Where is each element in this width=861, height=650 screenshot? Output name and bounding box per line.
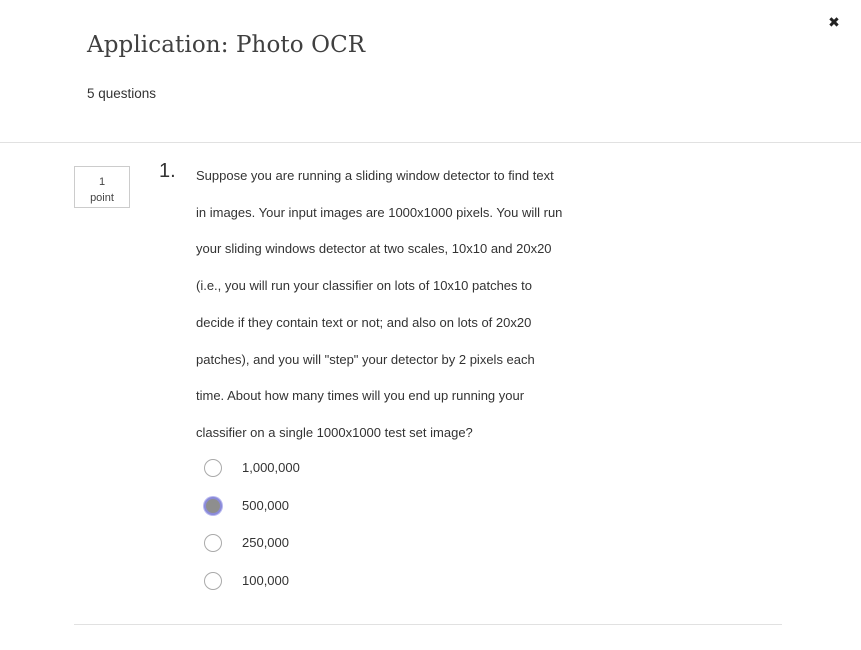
option-label[interactable]: 250,000 [242, 531, 289, 555]
close-icon[interactable]: ✖ [826, 14, 842, 32]
radio-button[interactable] [204, 459, 222, 477]
question-number: 1. [159, 160, 176, 182]
points-badge: 1 point [74, 166, 130, 208]
points-value: 1 [98, 176, 106, 188]
option-label[interactable]: 1,000,000 [242, 456, 300, 480]
radio-button[interactable] [204, 534, 222, 552]
page-title: Application: Photo OCR [87, 32, 366, 58]
answer-option[interactable]: 1,000,000 [204, 456, 300, 494]
answer-options: 1,000,000 500,000 250,000 100,000 [204, 456, 300, 606]
radio-button-selected[interactable] [204, 496, 222, 515]
question-text: Suppose you are running a sliding window… [196, 168, 563, 440]
question-count: 5 questions [87, 86, 157, 101]
question-divider [74, 624, 782, 625]
header-divider [0, 142, 861, 143]
points-label: point [90, 192, 114, 204]
radio-button[interactable] [204, 571, 222, 590]
answer-option[interactable]: 250,000 [204, 531, 300, 569]
answer-option[interactable]: 500,000 [204, 494, 300, 532]
option-label[interactable]: 100,000 [242, 569, 289, 593]
option-label[interactable]: 500,000 [242, 494, 289, 518]
answer-option[interactable]: 100,000 [204, 569, 300, 607]
